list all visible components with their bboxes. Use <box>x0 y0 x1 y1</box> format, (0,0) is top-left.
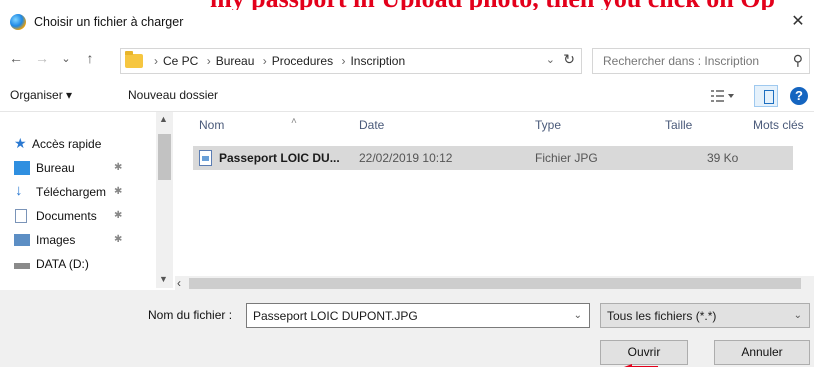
filetype-select[interactable]: Tous les fichiers (*.*) ⌄ <box>600 303 810 328</box>
navigation-pane: ★ Accès rapide Bureau ✱ ↓ Téléchargem ✱ … <box>0 112 175 288</box>
star-icon: ★ <box>14 135 27 151</box>
browser-logo-icon <box>10 14 26 30</box>
address-bar[interactable]: › Ce PC › Bureau › Procedures › Inscription … <box>120 48 582 74</box>
scroll-left-icon[interactable]: ‹ <box>177 276 181 290</box>
scroll-down-icon[interactable]: ▼ <box>159 274 168 284</box>
scrollbar-thumb[interactable] <box>158 134 171 180</box>
file-name: Passeport LOIC DU... <box>219 151 340 165</box>
forward-arrow-icon[interactable]: → <box>34 50 50 66</box>
close-button[interactable]: ✕ <box>788 12 808 32</box>
sidebar-item-label: Bureau <box>36 161 75 175</box>
breadcrumb-item[interactable]: Procedures <box>272 54 333 68</box>
documents-icon <box>15 209 27 223</box>
jpg-file-icon <box>199 150 212 166</box>
sidebar-item-label: DATA (D:) <box>36 257 89 271</box>
breadcrumb-item[interactable]: Inscription <box>350 54 405 68</box>
download-icon: ↓ <box>15 182 23 199</box>
file-list: Nom ˄ Date Type Taille Mots clés Passepo… <box>175 112 814 290</box>
chevron-down-icon: ⌄ <box>793 310 802 321</box>
window-title: Choisir un fichier à charger <box>34 15 184 29</box>
drive-icon <box>14 263 30 269</box>
filename-field[interactable]: Passeport LOIC DUPONT.JPG ⌄ <box>246 303 590 328</box>
pin-icon: ✱ <box>114 234 123 245</box>
filename-label: Nom du fichier : <box>148 308 233 322</box>
breadcrumb-item[interactable]: Bureau <box>216 54 255 68</box>
sidebar-item-label: Documents <box>36 209 97 223</box>
refresh-icon[interactable]: ↻ <box>563 51 575 68</box>
chevron-down-icon[interactable]: ⌄ <box>574 310 582 321</box>
cancel-button[interactable]: Annuler <box>714 340 810 365</box>
dialog-footer: Nom du fichier : Passeport LOIC DUPONT.J… <box>0 290 814 367</box>
preview-pane-icon[interactable] <box>754 85 778 107</box>
table-row[interactable]: Passeport LOIC DU... 22/02/2019 10:12 Fi… <box>193 146 793 170</box>
command-toolbar: Organiser ▾ Nouveau dossier ? <box>0 80 814 112</box>
file-date: 22/02/2019 10:12 <box>359 151 453 165</box>
up-arrow-icon[interactable]: ↑ <box>82 50 98 66</box>
organize-button[interactable]: Organiser ▾ <box>10 88 72 102</box>
filetype-value: Tous les fichiers (*.*) <box>607 309 717 323</box>
breadcrumb-item[interactable]: Ce PC <box>163 54 198 68</box>
file-type: Fichier JPG <box>535 151 598 165</box>
view-options-icon[interactable] <box>710 88 736 104</box>
new-folder-button[interactable]: Nouveau dossier <box>128 88 218 102</box>
file-size: 39 Ko <box>707 151 739 165</box>
desktop-icon <box>14 161 30 175</box>
column-header-tags[interactable]: Mots clés <box>753 118 804 132</box>
filename-value: Passeport LOIC DUPONT.JPG <box>253 309 418 323</box>
pin-icon: ✱ <box>114 162 123 173</box>
scrollbar-thumb[interactable] <box>189 278 801 289</box>
images-icon <box>14 234 30 246</box>
sidebar-scrollbar[interactable]: ▲ ▼ <box>156 112 173 288</box>
breadcrumb: › Ce PC › Bureau › Procedures › Inscription <box>154 54 406 68</box>
folder-icon <box>125 51 143 68</box>
sidebar-item-label: Accès rapide <box>32 137 102 151</box>
sort-caret-icon: ˄ <box>291 116 297 127</box>
sidebar-item-label: Téléchargem <box>36 185 107 199</box>
search-icon[interactable]: ⚲ <box>793 52 803 69</box>
column-header-name[interactable]: Nom ˄ <box>199 116 297 132</box>
navigation-bar: ← → ⌄ ↑ › Ce PC › Bureau › Procedures › Insc… <box>0 44 814 76</box>
search-placeholder: Rechercher dans : Inscription <box>603 54 760 68</box>
column-header-size[interactable]: Taille <box>665 118 692 132</box>
scroll-up-icon[interactable]: ▲ <box>159 114 168 124</box>
pin-icon: ✱ <box>114 186 123 197</box>
recent-locations-icon[interactable]: ⌄ <box>58 52 74 65</box>
help-icon[interactable]: ? <box>790 87 808 105</box>
search-input[interactable]: Rechercher dans : Inscription ⚲ <box>592 48 810 74</box>
address-dropdown-icon[interactable]: ⌄ <box>546 53 555 66</box>
back-arrow-icon[interactable]: ← <box>8 50 24 66</box>
pin-icon: ✱ <box>114 210 123 221</box>
title-bar: Choisir un fichier à charger ✕ <box>0 8 814 38</box>
file-list-scrollbar[interactable]: ‹ <box>175 276 814 290</box>
column-header-date[interactable]: Date <box>359 118 384 132</box>
column-header-type[interactable]: Type <box>535 118 561 132</box>
open-button[interactable]: Ouvrir <box>600 340 688 365</box>
sidebar-item-label: Images <box>36 233 76 247</box>
